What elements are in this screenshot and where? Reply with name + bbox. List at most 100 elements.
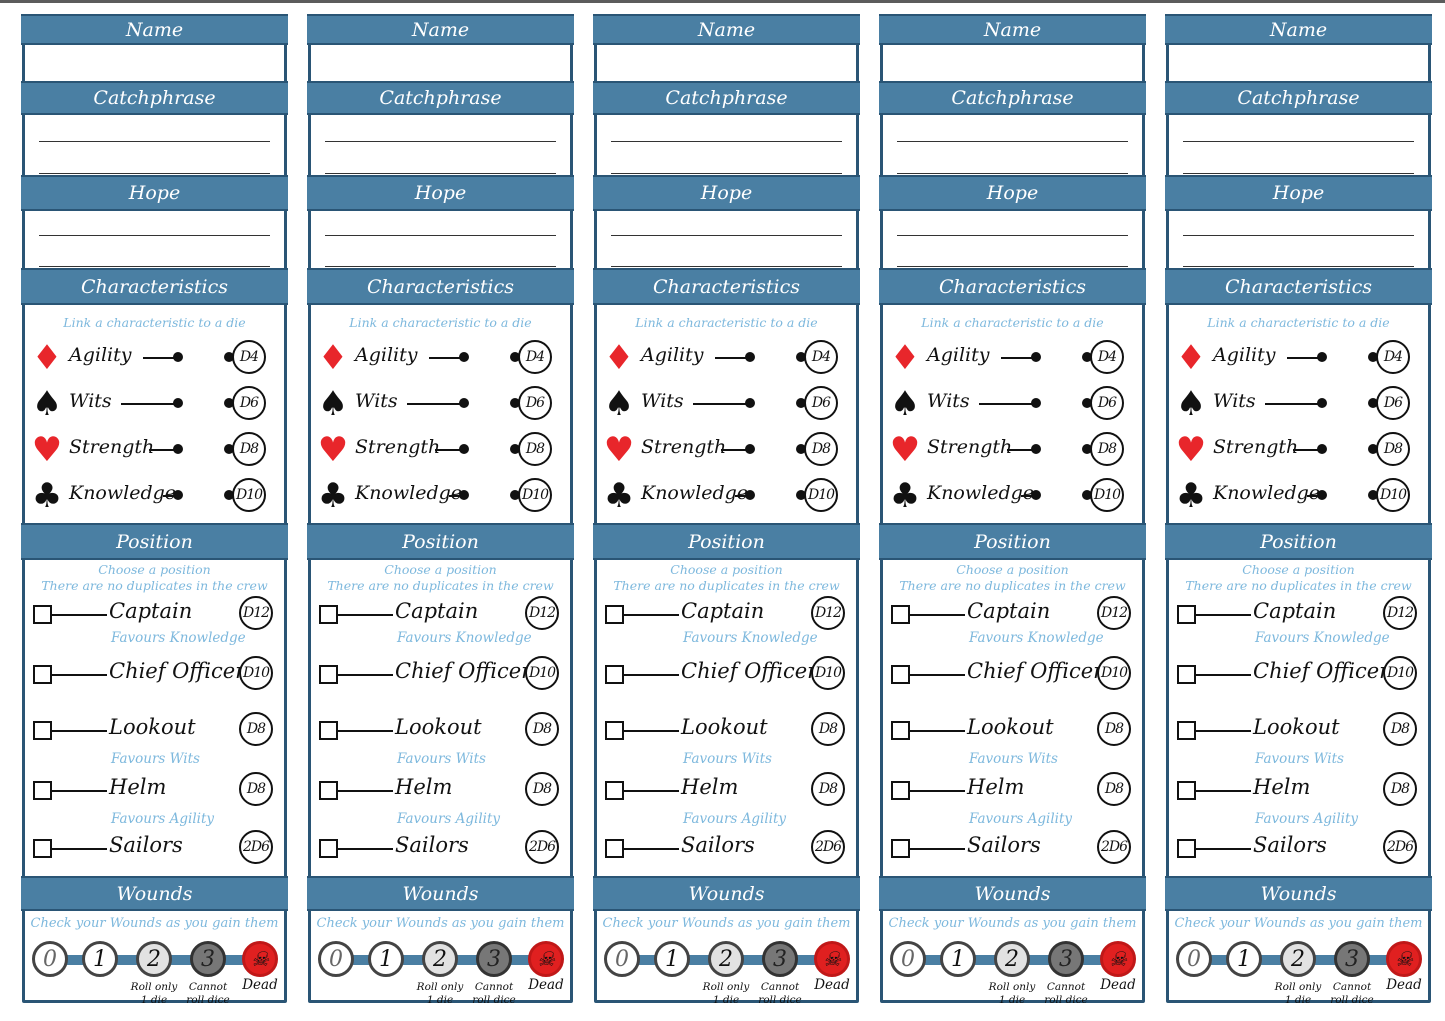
position-checkbox[interactable]: [1177, 839, 1196, 858]
name-field[interactable]: [315, 47, 566, 81]
position-checkbox[interactable]: [605, 721, 624, 740]
wound-dead-skull-icon[interactable]: ☠: [1100, 941, 1136, 977]
position-checkbox[interactable]: [1177, 721, 1196, 740]
spade-icon: ♠: [31, 384, 63, 424]
catchphrase-line-2[interactable]: [39, 173, 270, 174]
wound-checkbox-1[interactable]: 1: [82, 941, 118, 977]
position-checkbox[interactable]: [605, 665, 624, 684]
wound-checkbox-0[interactable]: 0: [890, 941, 926, 977]
name-field[interactable]: [887, 47, 1138, 81]
catchphrase-line-1[interactable]: [611, 141, 842, 142]
catchphrase-line-2[interactable]: [325, 173, 556, 174]
hope-line-1[interactable]: [1183, 235, 1414, 236]
wound-checkbox-0[interactable]: 0: [604, 941, 640, 977]
position-checkbox[interactable]: [605, 839, 624, 858]
hope-line-1[interactable]: [325, 235, 556, 236]
wound-checkbox-3[interactable]: 3: [1334, 941, 1370, 977]
characteristic-link-dot[interactable]: [459, 352, 469, 362]
hope-line-2[interactable]: [325, 266, 556, 267]
catchphrase-line-1[interactable]: [39, 141, 270, 142]
position-checkbox[interactable]: [33, 605, 52, 624]
wound-checkbox-0[interactable]: 0: [318, 941, 354, 977]
catchphrase-line-1[interactable]: [325, 141, 556, 142]
position-checkbox[interactable]: [319, 721, 338, 740]
position-checkbox[interactable]: [319, 605, 338, 624]
position-checkbox[interactable]: [891, 781, 910, 800]
characteristic-link-dot[interactable]: [173, 398, 183, 408]
wound-checkbox-1[interactable]: 1: [940, 941, 976, 977]
characteristic-link-dot[interactable]: [745, 398, 755, 408]
wound-checkbox-2[interactable]: 2: [708, 941, 744, 977]
wound-dead-skull-icon[interactable]: ☠: [814, 941, 850, 977]
catchphrase-line-2[interactable]: [897, 173, 1128, 174]
position-hint-1: Choose a position: [956, 562, 1069, 577]
position-checkbox[interactable]: [1177, 605, 1196, 624]
position-checkbox[interactable]: [33, 781, 52, 800]
hope-line-1[interactable]: [897, 235, 1128, 236]
hope-line-2[interactable]: [897, 266, 1128, 267]
characteristic-link-dot[interactable]: [1317, 490, 1327, 500]
characteristic-link-dot[interactable]: [1031, 444, 1041, 454]
wound-checkbox-3[interactable]: 3: [190, 941, 226, 977]
characteristic-link-dot[interactable]: [459, 398, 469, 408]
catchphrase-line-1[interactable]: [1183, 141, 1414, 142]
position-checkbox[interactable]: [891, 721, 910, 740]
wound-checkbox-1[interactable]: 1: [654, 941, 690, 977]
position-checkbox[interactable]: [319, 665, 338, 684]
position-checkbox[interactable]: [33, 665, 52, 684]
wound-checkbox-1[interactable]: 1: [1226, 941, 1262, 977]
characteristic-link-dot[interactable]: [1031, 490, 1041, 500]
hope-line-2[interactable]: [39, 266, 270, 267]
position-checkbox[interactable]: [891, 665, 910, 684]
wound-dead-skull-icon[interactable]: ☠: [242, 941, 278, 977]
position-checkbox[interactable]: [1177, 665, 1196, 684]
position-checkbox[interactable]: [319, 781, 338, 800]
position-checkbox[interactable]: [891, 839, 910, 858]
characteristic-link-dot[interactable]: [459, 490, 469, 500]
characteristic-link-dot[interactable]: [173, 352, 183, 362]
wound-checkbox-2[interactable]: 2: [1280, 941, 1316, 977]
wound-checkbox-3[interactable]: 3: [476, 941, 512, 977]
characteristic-label: Agility: [355, 344, 418, 366]
wound-checkbox-3[interactable]: 3: [762, 941, 798, 977]
position-checkbox[interactable]: [319, 839, 338, 858]
characteristic-link-dot[interactable]: [1031, 352, 1041, 362]
characteristic-row-wits: ♠ Wits D6: [25, 383, 284, 423]
characteristic-link-dot[interactable]: [173, 444, 183, 454]
wound-dead-skull-icon[interactable]: ☠: [1386, 941, 1422, 977]
characteristic-link-dot[interactable]: [745, 444, 755, 454]
position-die-badge: D8: [1097, 772, 1131, 806]
hope-line-2[interactable]: [611, 266, 842, 267]
wound-dead-skull-icon[interactable]: ☠: [528, 941, 564, 977]
characteristic-link-dot[interactable]: [459, 444, 469, 454]
position-checkbox[interactable]: [1177, 781, 1196, 800]
wound-checkbox-3[interactable]: 3: [1048, 941, 1084, 977]
catchphrase-line-1[interactable]: [897, 141, 1128, 142]
characteristic-link-dot[interactable]: [1317, 444, 1327, 454]
position-checkbox[interactable]: [33, 721, 52, 740]
name-field[interactable]: [1173, 47, 1424, 81]
characteristic-link-dot[interactable]: [173, 490, 183, 500]
name-field[interactable]: [29, 47, 280, 81]
hope-line-1[interactable]: [611, 235, 842, 236]
position-checkbox[interactable]: [605, 781, 624, 800]
wound-checkbox-0[interactable]: 0: [32, 941, 68, 977]
position-checkbox[interactable]: [605, 605, 624, 624]
hope-line-2[interactable]: [1183, 266, 1414, 267]
wound-checkbox-2[interactable]: 2: [994, 941, 1030, 977]
name-field[interactable]: [601, 47, 852, 81]
position-checkbox[interactable]: [33, 839, 52, 858]
characteristic-link-dot[interactable]: [745, 490, 755, 500]
characteristic-link-dot[interactable]: [1317, 352, 1327, 362]
characteristic-link-dot[interactable]: [1317, 398, 1327, 408]
characteristic-link-dot[interactable]: [1031, 398, 1041, 408]
characteristic-link-dot[interactable]: [745, 352, 755, 362]
catchphrase-line-2[interactable]: [611, 173, 842, 174]
wound-checkbox-0[interactable]: 0: [1176, 941, 1212, 977]
hope-line-1[interactable]: [39, 235, 270, 236]
catchphrase-line-2[interactable]: [1183, 173, 1414, 174]
wound-checkbox-1[interactable]: 1: [368, 941, 404, 977]
wound-checkbox-2[interactable]: 2: [422, 941, 458, 977]
position-checkbox[interactable]: [891, 605, 910, 624]
wound-checkbox-2[interactable]: 2: [136, 941, 172, 977]
